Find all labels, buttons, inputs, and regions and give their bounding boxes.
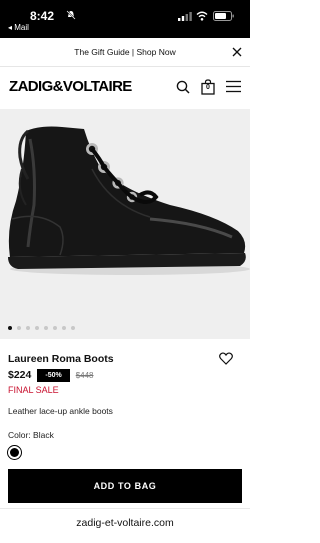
carousel-dot[interactable] xyxy=(44,326,48,330)
sale-price: $224 xyxy=(8,369,32,381)
add-to-bag-button[interactable]: ADD TO BAG xyxy=(8,469,242,503)
carousel-dots[interactable] xyxy=(8,326,75,332)
site-header: ZADIG&VOLTAIRE 0 xyxy=(0,67,250,109)
heart-icon[interactable] xyxy=(219,352,233,365)
browser-address-bar[interactable]: zadig-et-voltaire.com xyxy=(0,508,250,543)
carousel-dot[interactable] xyxy=(35,326,39,330)
promo-text[interactable]: The Gift Guide | Shop Now xyxy=(0,47,250,57)
brand-logo[interactable]: ZADIG&VOLTAIRE xyxy=(9,78,132,95)
carousel-dot[interactable] xyxy=(26,326,30,330)
carousel-dot[interactable] xyxy=(71,326,75,330)
search-icon[interactable] xyxy=(176,80,190,94)
final-sale-label: FINAL SALE xyxy=(8,385,59,395)
hamburger-menu-icon[interactable] xyxy=(226,80,241,93)
price-row: $224 -50% $448 xyxy=(8,368,94,382)
status-bar: 8:42 ◂ Mail xyxy=(0,0,250,38)
back-to-mail-link[interactable]: ◂ Mail xyxy=(8,23,29,32)
close-icon[interactable] xyxy=(232,47,242,57)
carousel-dot[interactable] xyxy=(62,326,66,330)
original-price: $448 xyxy=(75,370,94,380)
status-time: 8:42 xyxy=(30,9,55,23)
bag-count: 0 xyxy=(206,84,210,91)
signal-icon xyxy=(178,12,192,21)
promo-banner[interactable]: The Gift Guide | Shop Now xyxy=(0,38,250,67)
product-description: Leather lace-up ankle boots xyxy=(8,406,113,416)
url-text[interactable]: zadig-et-voltaire.com xyxy=(0,517,250,529)
boot-illustration xyxy=(0,109,250,339)
product-name: Laureen Roma Boots xyxy=(8,353,114,365)
color-label: Color: Black xyxy=(8,430,54,440)
bell-muted-icon xyxy=(66,10,76,20)
carousel-dot[interactable] xyxy=(53,326,57,330)
swatch-fill xyxy=(10,448,19,457)
discount-badge: -50% xyxy=(37,368,70,382)
battery-icon xyxy=(213,11,234,21)
carousel-dot[interactable] xyxy=(8,326,12,330)
carousel-dot[interactable] xyxy=(17,326,21,330)
product-image[interactable] xyxy=(0,109,250,339)
color-swatch-black[interactable] xyxy=(7,445,22,460)
wifi-icon xyxy=(196,11,208,21)
